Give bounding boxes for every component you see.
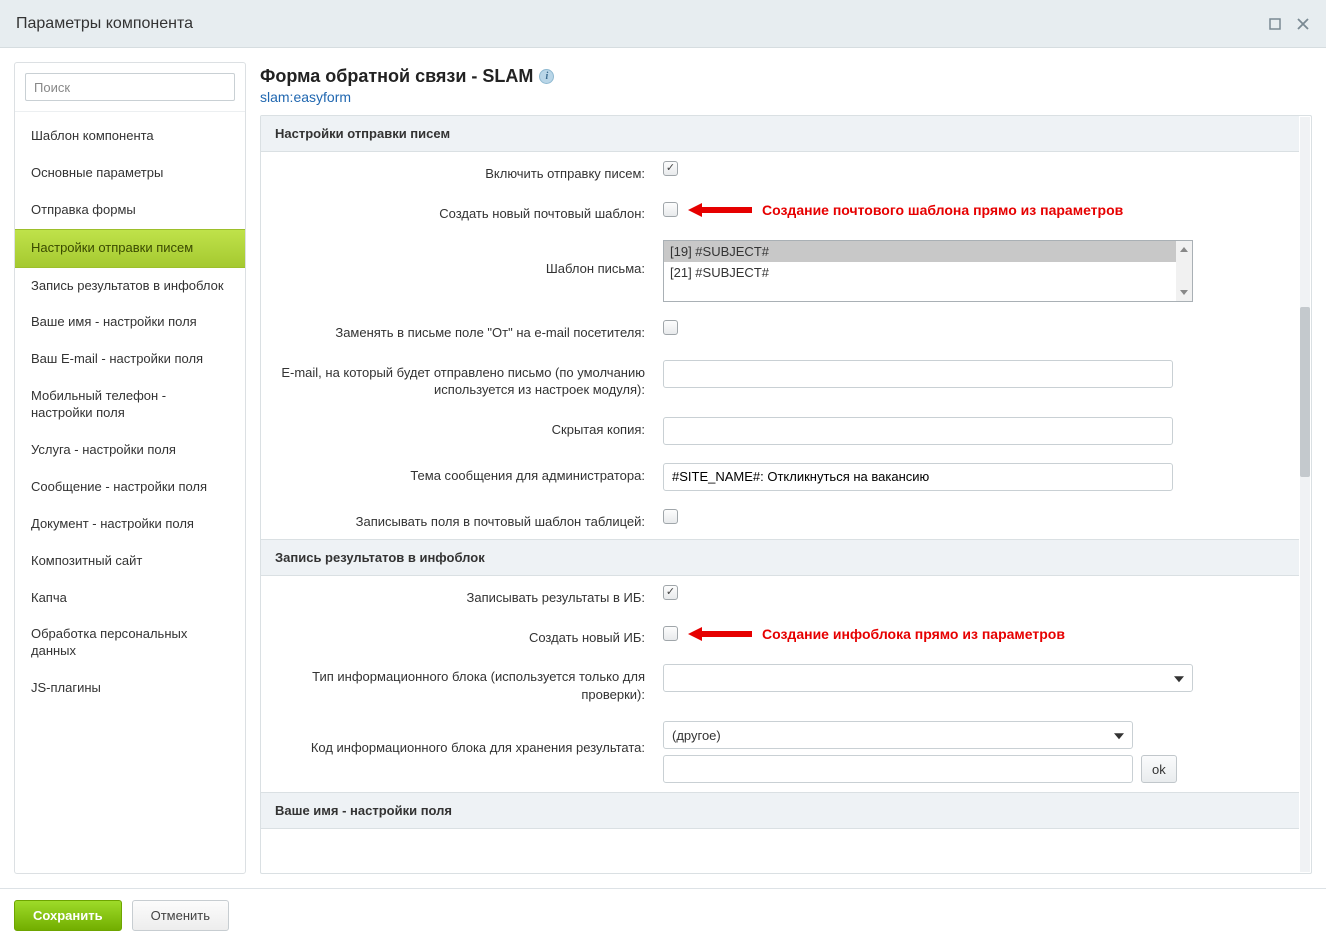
label-ib-type: Тип информационного блока (используется … [275, 664, 645, 703]
sidebar-item-service-field[interactable]: Услуга - настройки поля [15, 432, 245, 469]
component-title: Форма обратной связи - SLAM [260, 66, 533, 87]
label-bcc: Скрытая копия: [275, 417, 645, 439]
form-column: Форма обратной связи - SLAM i slam:easyf… [260, 62, 1312, 874]
checkbox-create-template[interactable] [663, 202, 678, 217]
checkbox-create-ib[interactable] [663, 626, 678, 641]
sidebar-menu: Шаблон компонента Основные параметры Отп… [15, 112, 245, 713]
search-wrap [15, 63, 245, 112]
label-mail-template: Шаблон письма: [275, 240, 645, 278]
row-create-ib: Создать новый ИБ: Создание инфоблока пря… [261, 616, 1299, 656]
annotation-create-ib: Создание инфоблока прямо из параметров [762, 626, 1065, 642]
label-create-template: Создать новый почтовый шаблон: [275, 201, 645, 223]
sidebar-item-iblock[interactable]: Запись результатов в инфоблок [15, 268, 245, 305]
sidebar-item-personal-data[interactable]: Обработка персональных данных [15, 616, 245, 670]
checkbox-fields-as-table[interactable] [663, 509, 678, 524]
row-create-template: Создать новый почтовый шаблон: Создание … [261, 192, 1299, 232]
sidebar-item-mail-settings[interactable]: Настройки отправки писем [15, 229, 245, 268]
label-fields-as-table: Записывать поля в почтовый шаблон таблиц… [275, 509, 645, 531]
titlebar-buttons [1268, 17, 1310, 31]
sidebar-item-phone-field[interactable]: Мобильный телефон - настройки поля [15, 378, 245, 432]
section-iblock-header[interactable]: Запись результатов в инфоблок [261, 539, 1299, 576]
cancel-button[interactable]: Отменить [132, 900, 229, 931]
section-name-field-header[interactable]: Ваше имя - настройки поля [261, 792, 1299, 829]
row-fields-as-table: Записывать поля в почтовый шаблон таблиц… [261, 500, 1299, 540]
scrollbar-track[interactable] [1300, 117, 1310, 872]
arrow-icon [688, 625, 752, 643]
listbox-option-1[interactable]: [21] #SUBJECT# [664, 262, 1192, 283]
save-button[interactable]: Сохранить [14, 900, 122, 931]
component-code: slam:easyform [260, 89, 1312, 105]
checkbox-write-ib[interactable] [663, 585, 678, 600]
sidebar-item-template[interactable]: Шаблон компонента [15, 118, 245, 155]
content-area: Шаблон компонента Основные параметры Отп… [0, 48, 1326, 888]
sidebar: Шаблон компонента Основные параметры Отп… [14, 62, 246, 874]
checkbox-replace-from[interactable] [663, 320, 678, 335]
row-email-to: E-mail, на который будет отправлено пись… [261, 351, 1299, 408]
row-replace-from: Заменять в письме поле "От" на e-mail по… [261, 311, 1299, 351]
sidebar-item-name-field[interactable]: Ваше имя - настройки поля [15, 304, 245, 341]
sidebar-item-captcha[interactable]: Капча [15, 580, 245, 617]
section-mail-header[interactable]: Настройки отправки писем [261, 116, 1299, 152]
label-ib-code: Код информационного блока для хранения р… [275, 721, 645, 757]
select-ib-type[interactable] [663, 664, 1193, 692]
listbox-mail-template[interactable]: [19] #SUBJECT# [21] #SUBJECT# [663, 240, 1193, 302]
bottom-bar: Сохранить Отменить [0, 888, 1326, 942]
input-email-to[interactable] [663, 360, 1173, 388]
label-replace-from: Заменять в письме поле "От" на e-mail по… [275, 320, 645, 342]
titlebar: Параметры компонента [0, 0, 1326, 48]
row-bcc: Скрытая копия: [261, 408, 1299, 454]
listbox-scrollbar[interactable] [1176, 241, 1192, 301]
input-admin-subject[interactable] [663, 463, 1173, 491]
input-bcc[interactable] [663, 417, 1173, 445]
row-mail-template: Шаблон письма: [19] #SUBJECT# [21] #SUBJ… [261, 231, 1299, 311]
select-ib-code-value: (другое) [672, 728, 721, 743]
sidebar-item-form-send[interactable]: Отправка формы [15, 192, 245, 229]
sidebar-item-composite[interactable]: Композитный сайт [15, 543, 245, 580]
sidebar-item-js-plugins[interactable]: JS-плагины [15, 670, 245, 707]
sidebar-item-message-field[interactable]: Сообщение - настройки поля [15, 469, 245, 506]
form-inner: Настройки отправки писем Включить отправ… [261, 116, 1311, 829]
dialog-window: Параметры компонента Шаблон компонента О… [0, 0, 1326, 942]
search-input[interactable] [25, 73, 235, 101]
window-title: Параметры компонента [16, 15, 1268, 33]
checkbox-enable-send[interactable] [663, 161, 678, 176]
label-create-ib: Создать новый ИБ: [275, 625, 645, 647]
row-write-ib: Записывать результаты в ИБ: [261, 576, 1299, 616]
scroll-up-icon[interactable] [1176, 241, 1192, 258]
form-body: Настройки отправки писем Включить отправ… [260, 115, 1312, 874]
select-ib-code[interactable]: (другое) [663, 721, 1133, 749]
arrow-icon [688, 201, 752, 219]
row-admin-subject: Тема сообщения для администратора: [261, 454, 1299, 500]
form-header: Форма обратной связи - SLAM i slam:easyf… [260, 62, 1312, 115]
maximize-button[interactable] [1268, 17, 1282, 31]
label-email-to: E-mail, на который будет отправлено пись… [275, 360, 645, 399]
label-write-ib: Записывать результаты в ИБ: [275, 585, 645, 607]
scroll-down-icon[interactable] [1176, 284, 1192, 301]
sidebar-item-document-field[interactable]: Документ - настройки поля [15, 506, 245, 543]
label-enable-send: Включить отправку писем: [275, 161, 645, 183]
annotation-create-template: Создание почтового шаблона прямо из пара… [762, 202, 1123, 218]
sidebar-item-email-field[interactable]: Ваш E-mail - настройки поля [15, 341, 245, 378]
row-enable-send: Включить отправку писем: [261, 152, 1299, 192]
input-ib-code[interactable] [663, 755, 1133, 783]
scrollbar-thumb[interactable] [1300, 307, 1310, 477]
row-ib-code: Код информационного блока для хранения р… [261, 712, 1299, 792]
close-button[interactable] [1296, 17, 1310, 31]
ok-button[interactable]: ok [1141, 755, 1177, 783]
main-wrap: Шаблон компонента Основные параметры Отп… [0, 48, 1326, 942]
info-icon[interactable]: i [539, 69, 554, 84]
sidebar-item-main[interactable]: Основные параметры [15, 155, 245, 192]
row-ib-type: Тип информационного блока (используется … [261, 655, 1299, 712]
label-admin-subject: Тема сообщения для администратора: [275, 463, 645, 485]
listbox-option-0[interactable]: [19] #SUBJECT# [664, 241, 1192, 262]
